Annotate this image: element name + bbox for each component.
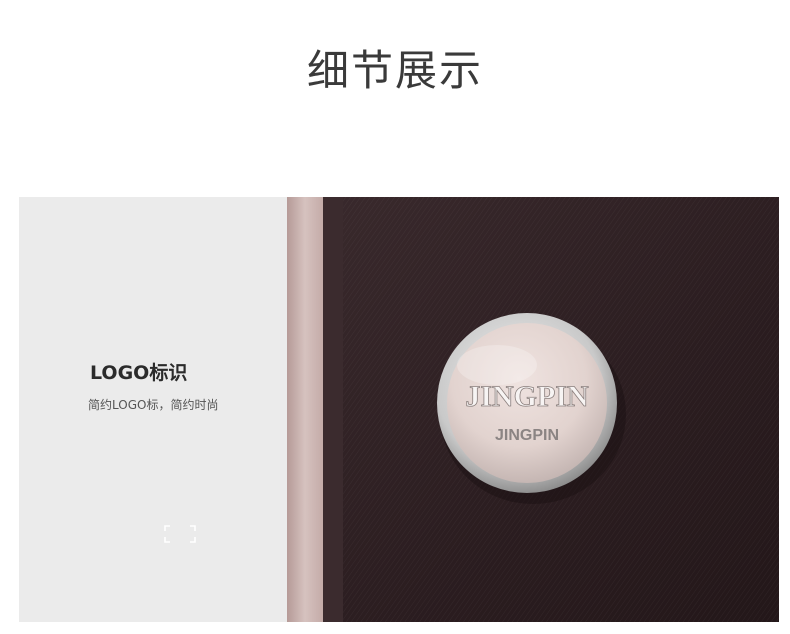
product-detail-photo: JINGPIN JINGPIN bbox=[287, 197, 779, 622]
logo-text-secondary: JINGPIN bbox=[495, 427, 559, 444]
page-title: 细节展示 bbox=[306, 46, 483, 95]
feature-info-panel: LOGO标识 简约LOGO标，简约时尚 bbox=[19, 197, 287, 622]
feature-title: LOGO标识 bbox=[90, 362, 188, 384]
expand-corners-icon[interactable] bbox=[164, 525, 196, 543]
fabric-stripe bbox=[287, 197, 323, 622]
feature-description: 简约LOGO标，简约时尚 bbox=[88, 398, 219, 412]
logo-text-primary: JINGPIN bbox=[465, 380, 589, 413]
